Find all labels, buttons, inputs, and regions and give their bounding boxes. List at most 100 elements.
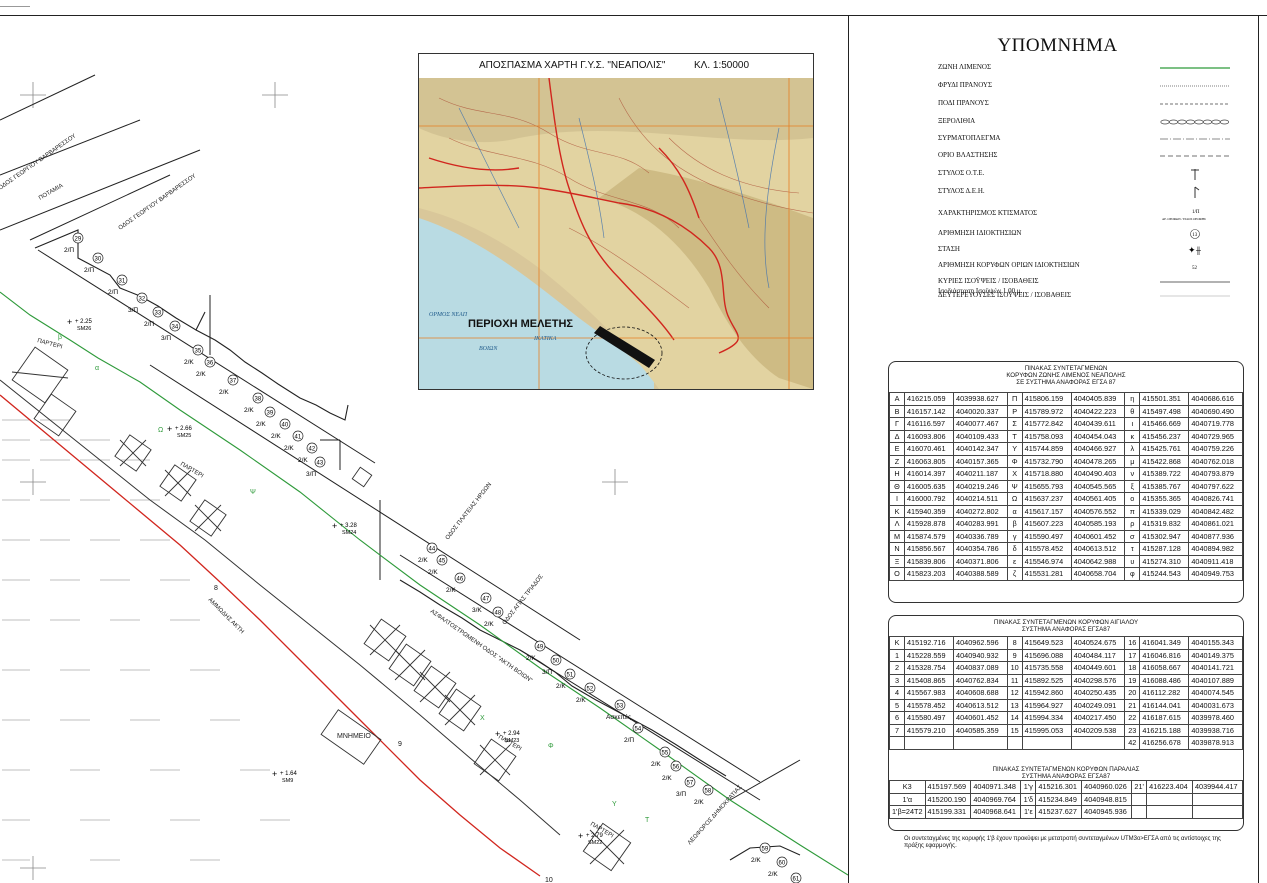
parcel-marker[interactable]: 452/Κ: [428, 554, 448, 576]
parcel-marker[interactable]: 343/Π: [161, 320, 181, 342]
station-marker[interactable]: + + 1.64SM9: [272, 769, 298, 784]
coordinate-cell: 4040642.988: [1070, 554, 1126, 568]
vertex-id-cell: λ: [1124, 442, 1141, 456]
vertex-id-cell: ρ: [1124, 517, 1141, 531]
coordinate-cell: 4040608.688: [953, 686, 1008, 700]
coordinate-cell: 4040962.596: [953, 636, 1008, 650]
coordinate-cell: 4040074.545: [1188, 686, 1243, 700]
coordinate-cell: 4040759.226: [1188, 442, 1243, 456]
vertex-id-cell: Κ: [889, 504, 905, 518]
parcel-marker[interactable]: 492/Κ: [526, 640, 546, 662]
vertex-id-cell: Ω: [1006, 492, 1023, 506]
table-row: Ε 416070.461 4040142.347 Υ 415744.859 4040466…: [889, 442, 1243, 456]
parcel-marker[interactable]: 61: [790, 872, 802, 883]
coordinate-cell: 4040576.552: [1070, 504, 1126, 518]
station-marker[interactable]: + + 3.28SM24: [332, 521, 358, 536]
parcel-marker[interactable]: 552/Κ: [651, 746, 671, 768]
parcel-number: 38: [255, 396, 262, 402]
parcel-marker[interactable]: 422/Κ: [298, 442, 318, 464]
vertex-id-cell: ι: [1124, 417, 1141, 431]
parcel-number: 44: [429, 546, 436, 552]
table-row: Θ 416005.635 4040219.246 Ψ 415655.793 4040545…: [889, 479, 1243, 493]
svg-text:10: 10: [545, 877, 553, 883]
parcel-marker[interactable]: 382/Κ: [244, 392, 264, 414]
vertex-id-cell: ξ: [1124, 479, 1141, 493]
station-elevation: + 2.66: [175, 426, 193, 432]
sea-label-1: ΟΡΜΟΣ ΝΕΑΠ: [429, 312, 468, 318]
station-icon: +: [167, 424, 172, 434]
parcel-marker[interactable]: 592/Κ: [751, 842, 771, 864]
vertex-id-cell: ζ: [1006, 567, 1023, 581]
coordinate-cell: 415839.806: [903, 554, 955, 568]
coordinate-cell: [1146, 805, 1193, 819]
parcel-marker[interactable]: 362/Κ: [196, 356, 216, 378]
station-marker[interactable]: + + 2.66SM25: [167, 424, 193, 439]
circled-number-icon: 13: [1190, 229, 1200, 239]
coordinate-cell: 4040250.435: [1070, 686, 1126, 700]
parcel-marker[interactable]: 392/Κ: [256, 406, 276, 428]
parcel-code: 2/Κ: [244, 407, 254, 414]
parcel-marker[interactable]: 573/Π: [676, 776, 696, 798]
parcel-marker[interactable]: 302/Π: [84, 252, 104, 274]
legend-item-label: ΑΡΙΘΜΗΣΗ ΙΔΙΟΚΤΗΣΙΩΝ: [938, 229, 1022, 237]
coordinate-cell: 415389.722: [1139, 467, 1190, 481]
parcel-number: 49: [537, 644, 544, 650]
parcel-marker[interactable]: 323/Π: [128, 292, 148, 314]
svg-text:1/Π: 1/Π: [1192, 210, 1200, 215]
parcel-number: 61: [793, 876, 800, 882]
station-marker[interactable]: + + 2.25SM26: [67, 317, 93, 332]
parcel-marker[interactable]: 562/Κ: [662, 760, 682, 782]
table-row: 4 415567.983 4040608.688 12 415942.860 404025…: [889, 686, 1243, 700]
parcel-marker[interactable]: 442/Κ: [418, 542, 438, 564]
parcel-marker[interactable]: 372/Κ: [219, 374, 239, 396]
parcel-marker[interactable]: 332/Π: [144, 306, 164, 328]
coordinate-cell: 4040249.091: [1070, 698, 1126, 712]
coordinate-cell: 4040826.741: [1188, 492, 1243, 506]
parcel-marker[interactable]: 582/Κ: [694, 784, 714, 806]
parcel-marker[interactable]: 352/Κ: [184, 344, 204, 366]
parcel-code: 3/Π: [542, 669, 552, 676]
parcel-marker[interactable]: 412/Κ: [284, 430, 304, 452]
station-marker[interactable]: + + 2.94SM23: [495, 729, 521, 744]
coordinate-cell: 416005.635: [903, 479, 955, 493]
coordinate-cell: [1070, 736, 1126, 750]
parcel-marker[interactable]: 512/Κ: [556, 668, 576, 690]
coordinate-cell: 415425.761: [1139, 442, 1190, 456]
parcel-marker[interactable]: 402/Κ: [271, 418, 291, 440]
svg-text:13: 13: [1192, 233, 1198, 238]
table-row: Ι 416000.792 4040214.511 Ω 415637.237 4040561…: [889, 492, 1243, 506]
inset-map-extract: ΑΠΟΣΠΑΣΜΑ ΧΑΡΤΗ Γ.Υ.Σ. "ΝΕΑΠΟΛΙΣ" ΚΛ. 1:…: [418, 53, 814, 390]
coordinates-footnote: Οι συντεταγμένες της κορυφής 1'β έχουν π…: [904, 836, 1221, 849]
parcel-number: 59: [762, 846, 769, 852]
parcel-number: 31: [119, 278, 126, 284]
sea-label-2: ΒΟΙΩΝ: [479, 346, 498, 352]
parcel-marker[interactable]: 292/Π: [64, 232, 84, 254]
coordinate-cell: 415580.497: [903, 711, 955, 725]
vertex-id-cell: π: [1124, 504, 1141, 518]
table-row: Μ 415874.579 4040336.789 γ 415590.497 4040601…: [889, 529, 1243, 543]
parcel-number: 42: [309, 446, 316, 452]
vertex-id-cell: 1'δ: [1020, 792, 1037, 806]
street-label-heroes: ΟΔΟΣ ΠΛΑΤΕΙΑΣ ΗΡΩΩΝ: [445, 482, 493, 541]
coordinate-cell: 415994.334: [1021, 711, 1072, 725]
sea-label-3: ΙΚΑΤΙΚΑ: [533, 336, 557, 342]
parcel-marker[interactable]: 462/Κ: [446, 572, 466, 594]
coordinate-cell: 415199.331: [924, 805, 972, 819]
topographic-map[interactable]: ΟΡΜΟΣ ΝΕΑΠ ΒΟΙΩΝ ΙΚΑΤΙΚΑ: [419, 78, 813, 389]
coordinate-cell: 416112.282: [1139, 686, 1190, 700]
parcel-marker[interactable]: 53 Ασκεπές: [606, 699, 631, 721]
legend-item-label: ΣΤΑΣΗ: [938, 245, 960, 253]
parcel-marker[interactable]: 602/Κ: [768, 856, 788, 878]
station-marker[interactable]: + + 2.79SM22: [578, 831, 604, 846]
coordinate-cell: 416256.678: [1139, 736, 1190, 750]
vertex-id-cell: Ι: [889, 492, 905, 506]
svg-text:Φ: Φ: [548, 743, 554, 750]
coordinate-cell: 4040077.467: [953, 417, 1008, 431]
legend-item-label: ΟΡΙΟ ΒΛΑΣΤΗΣΗΣ: [938, 151, 998, 159]
coordinate-cell: 4040797.622: [1188, 479, 1243, 493]
svg-text:9: 9: [398, 741, 402, 748]
table-row: Η 416014.397 4040211.187 Χ 415718.880 4040490…: [889, 467, 1243, 481]
vertex-id-cell: 5: [889, 698, 905, 712]
coordinate-cell: 4040217.450: [1070, 711, 1126, 725]
parcel-code: 3/Π: [128, 307, 138, 314]
